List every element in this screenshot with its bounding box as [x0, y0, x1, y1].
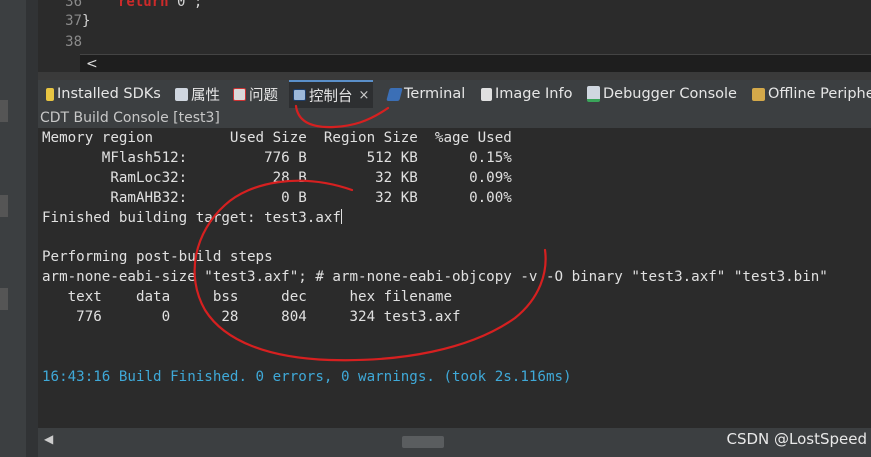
tab-label: Offline Periphe — [768, 86, 871, 102]
line-number: 38 — [65, 34, 82, 50]
tab-label: 控制台 — [309, 88, 353, 105]
console-line: text data bss dec hex filename — [42, 289, 452, 305]
tab-offline-peripherals[interactable]: Offline Periphe — [752, 80, 871, 108]
text-caret — [340, 209, 342, 224]
line-number: 37 — [65, 13, 82, 29]
offline-peripherals-icon — [752, 87, 765, 101]
editor-horizontal-scrollbar[interactable]: < — [80, 54, 871, 73]
console-line: 776 0 28 804 324 test3.axf — [42, 309, 461, 325]
tab-installed-sdks[interactable]: Installed SDKs — [46, 80, 161, 108]
side-marker — [0, 100, 8, 122]
gutter — [26, 0, 38, 457]
code-line: return 0 ; — [82, 0, 202, 10]
console-line-with-caret: Finished building target: test3.axf — [42, 209, 342, 226]
side-marker — [0, 195, 8, 217]
left-side-panel — [0, 0, 27, 457]
tab-label: 问题 — [249, 87, 278, 104]
console-line: Performing post-build steps — [42, 249, 273, 265]
tab-label: Debugger Console — [603, 86, 737, 102]
console-text: Finished building target: test3.axf — [42, 210, 341, 226]
debugger-console-icon — [587, 86, 600, 102]
code-line: } — [82, 13, 91, 29]
properties-icon — [175, 87, 188, 101]
console-line: arm-none-eabi-size "test3.axf"; # arm-no… — [42, 269, 828, 285]
tab-label: Terminal — [404, 86, 466, 102]
code-text: 0 ; — [168, 0, 203, 10]
scroll-left-icon[interactable]: ◀ — [44, 432, 53, 446]
build-console-output[interactable]: Memory region Used Size Region Size %age… — [38, 128, 871, 428]
watermark: CSDN @LostSpeed — [726, 430, 867, 448]
console-line: Memory region Used Size Region Size %age… — [42, 130, 512, 146]
view-divider — [38, 72, 871, 80]
image-info-icon — [481, 87, 492, 101]
console-line: MFlash512: 776 B 512 KB 0.15% — [42, 150, 512, 166]
console-title: CDT Build Console [test3] — [38, 108, 871, 128]
close-icon[interactable]: × — [359, 88, 370, 103]
tab-problems[interactable]: 问题 — [233, 80, 278, 108]
keyword: return — [118, 0, 169, 10]
view-tab-bar: Installed SDKs 属性 问题 控制台 × Terminal Imag… — [38, 80, 871, 109]
tab-debugger-console[interactable]: Debugger Console — [587, 80, 737, 108]
side-marker — [0, 288, 8, 310]
scrollbar-thumb[interactable] — [402, 436, 444, 448]
tab-terminal[interactable]: Terminal — [386, 80, 466, 108]
console-line: RamAHB32: 0 B 32 KB 0.00% — [42, 190, 512, 206]
tab-label: Image Info — [495, 86, 573, 102]
tab-image-info[interactable]: Image Info — [481, 80, 572, 108]
scroll-left-arrow[interactable]: < — [86, 55, 98, 73]
build-finished-line: 16:43:16 Build Finished. 0 errors, 0 war… — [42, 369, 572, 385]
tab-properties[interactable]: 属性 — [175, 80, 220, 108]
tab-console[interactable]: 控制台 × — [289, 80, 374, 108]
sdk-icon — [46, 87, 54, 101]
code-editor[interactable]: 36 return 0 ; 37 } 38 — [38, 0, 871, 55]
console-icon — [293, 89, 306, 101]
console-line: RamLoc32: 28 B 32 KB 0.09% — [42, 170, 512, 186]
terminal-icon — [386, 87, 403, 101]
line-number: 36 — [65, 0, 82, 10]
problems-icon — [233, 87, 246, 101]
tab-label: 属性 — [191, 87, 220, 104]
tab-label: Installed SDKs — [57, 86, 161, 102]
